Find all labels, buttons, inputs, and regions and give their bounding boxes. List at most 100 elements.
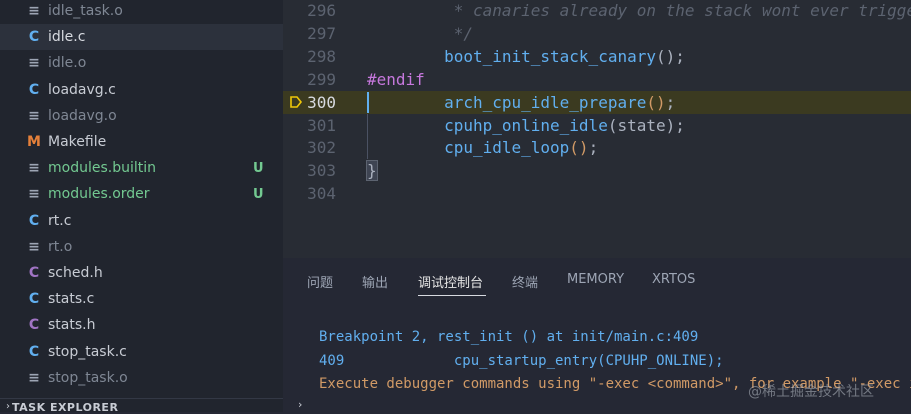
file-name: loadavg.c [48, 81, 116, 98]
code-line[interactable]: 300 arch_cpu_idle_prepare(); [283, 90, 911, 114]
file-item[interactable]: ≡ modules.order U [0, 181, 283, 207]
file-name: idle.o [48, 55, 87, 72]
task-explorer-header[interactable]: › TASK EXPLORER [0, 398, 283, 414]
file-name: stats.c [48, 291, 95, 308]
file-name: loadavg.o [48, 107, 117, 124]
line-number: 296 [307, 1, 336, 20]
file-explorer: ≡ idle_task.o Cidle.c ≡ idle.o Cloadavg.c ≡ loa… [0, 0, 283, 411]
file-name: idle_task.o [48, 3, 123, 19]
git-untracked-badge: U [253, 160, 264, 176]
file-item[interactable]: ≡ idle_task.o [0, 0, 283, 24]
line-number: 302 [307, 138, 336, 158]
c-file-icon: C [28, 212, 40, 229]
code-editor[interactable]: 296 * canaries already on the stack wont… [283, 0, 911, 258]
code-token: cpu_idle_loop [444, 138, 570, 158]
code-text: arch_cpu_idle_prepare(); [367, 91, 675, 114]
file-name: stop_task.o [48, 369, 128, 386]
code-token: (state); [607, 115, 685, 135]
file-item[interactable]: Csched.h [0, 260, 283, 286]
code-text: boot_init_stack_canary(); [367, 45, 685, 68]
file-lines-icon: ≡ [28, 160, 40, 177]
tab-memory[interactable]: MEMORY [567, 272, 624, 287]
file-lines-icon: ≡ [28, 3, 40, 19]
file-name: Makefile [48, 134, 107, 150]
file-item[interactable]: ≡ rt.o [0, 234, 283, 260]
file-item[interactable]: Cstats.c [0, 286, 283, 312]
file-lines-icon: ≡ [28, 55, 40, 72]
code-text: cpu_idle_loop(); [367, 136, 598, 159]
tab-xrtos[interactable]: XRTOS [652, 272, 695, 287]
tab-terminal[interactable]: 终端 [512, 272, 538, 291]
file-item[interactable]: Crt.c [0, 208, 283, 234]
file-name: rt.c [48, 212, 72, 229]
code-token: boot_init_stack_canary [444, 46, 656, 66]
file-item[interactable]: ≡ stop_task.o [0, 365, 283, 391]
line-number: 299 [307, 69, 336, 89]
code-text: #endif [367, 68, 425, 91]
code-token: () [646, 92, 666, 112]
file-item[interactable]: Cidle.c [0, 24, 283, 51]
git-untracked-badge: U [253, 186, 264, 202]
active-tab-indicator [418, 295, 486, 296]
file-item[interactable]: Cstop_task.c [0, 339, 283, 365]
chevron-right-icon[interactable]: › [298, 398, 302, 411]
line-number: 303 [307, 161, 336, 181]
file-name: rt.o [48, 238, 73, 255]
code-token: #endif [367, 69, 425, 89]
code-line[interactable]: 296 * canaries already on the stack wont… [283, 0, 911, 22]
tab-debug-console[interactable]: 调试控制台 [418, 272, 483, 291]
file-lines-icon: ≡ [28, 186, 40, 203]
console-output-line: 409 cpu_startup_entry(CPUHP_ONLINE); [319, 352, 724, 369]
file-item[interactable]: ≡ modules.builtin U [0, 155, 283, 181]
c-file-icon: C [28, 291, 40, 308]
file-lines-icon: ≡ [28, 369, 40, 386]
file-name: stop_task.c [48, 343, 127, 360]
code-line[interactable]: 304 [283, 182, 911, 205]
console-output-line: Breakpoint 2, rest_init () at init/main.… [319, 329, 699, 345]
code-token: cpuhp_online_idle [444, 115, 608, 135]
code-token: () [569, 138, 589, 158]
code-token: */ [367, 23, 473, 43]
file-lines-icon: ≡ [28, 107, 40, 124]
code-line[interactable]: 302 cpu_idle_loop(); [283, 136, 911, 160]
code-text: } [366, 159, 378, 182]
line-number: 298 [307, 46, 336, 66]
code-text: cpuhp_online_idle(state); [367, 114, 685, 137]
code-token: ; [665, 92, 676, 112]
makefile-icon: M [27, 134, 41, 150]
file-name: idle.c [48, 29, 86, 46]
c-file-icon: C [28, 29, 40, 46]
code-text: */ [367, 22, 473, 45]
line-number: 301 [307, 115, 336, 135]
line-number: 297 [307, 23, 336, 43]
code-token: } [366, 160, 378, 182]
code-token: (); [655, 46, 685, 66]
file-name: stats.h [48, 317, 96, 334]
file-lines-icon: ≡ [28, 238, 40, 255]
file-item[interactable]: Cstats.h [0, 312, 283, 338]
code-line[interactable]: 301 cpuhp_online_idle(state); [283, 113, 911, 137]
file-item[interactable]: ≡ idle.o [0, 50, 283, 76]
code-line[interactable]: 303} [283, 159, 911, 182]
file-name: sched.h [48, 265, 103, 281]
tab-problems[interactable]: 问题 [307, 272, 333, 291]
tab-output[interactable]: 输出 [362, 272, 388, 291]
code-token: arch_cpu_idle_prepare [444, 92, 647, 112]
line-number: 300 [307, 92, 336, 112]
file-item[interactable]: M Makefile [0, 129, 283, 155]
file-item[interactable]: ≡ loadavg.o [0, 103, 283, 129]
code-line[interactable]: 299 #endif [283, 68, 911, 91]
watermark: @稀土掘金技术社区 [748, 384, 874, 400]
code-text: * canaries already on the stack wont eve… [367, 0, 911, 22]
code-line[interactable]: 298 boot_init_stack_canary(); [283, 45, 911, 68]
c-header-icon: C [28, 265, 40, 281]
line-number: 304 [307, 184, 336, 204]
file-item[interactable]: Cloadavg.c [0, 77, 283, 103]
code-line[interactable]: 297 */ [283, 22, 911, 45]
c-file-icon: C [28, 81, 40, 98]
file-name: modules.builtin [48, 160, 157, 177]
c-header-icon: C [28, 317, 40, 334]
